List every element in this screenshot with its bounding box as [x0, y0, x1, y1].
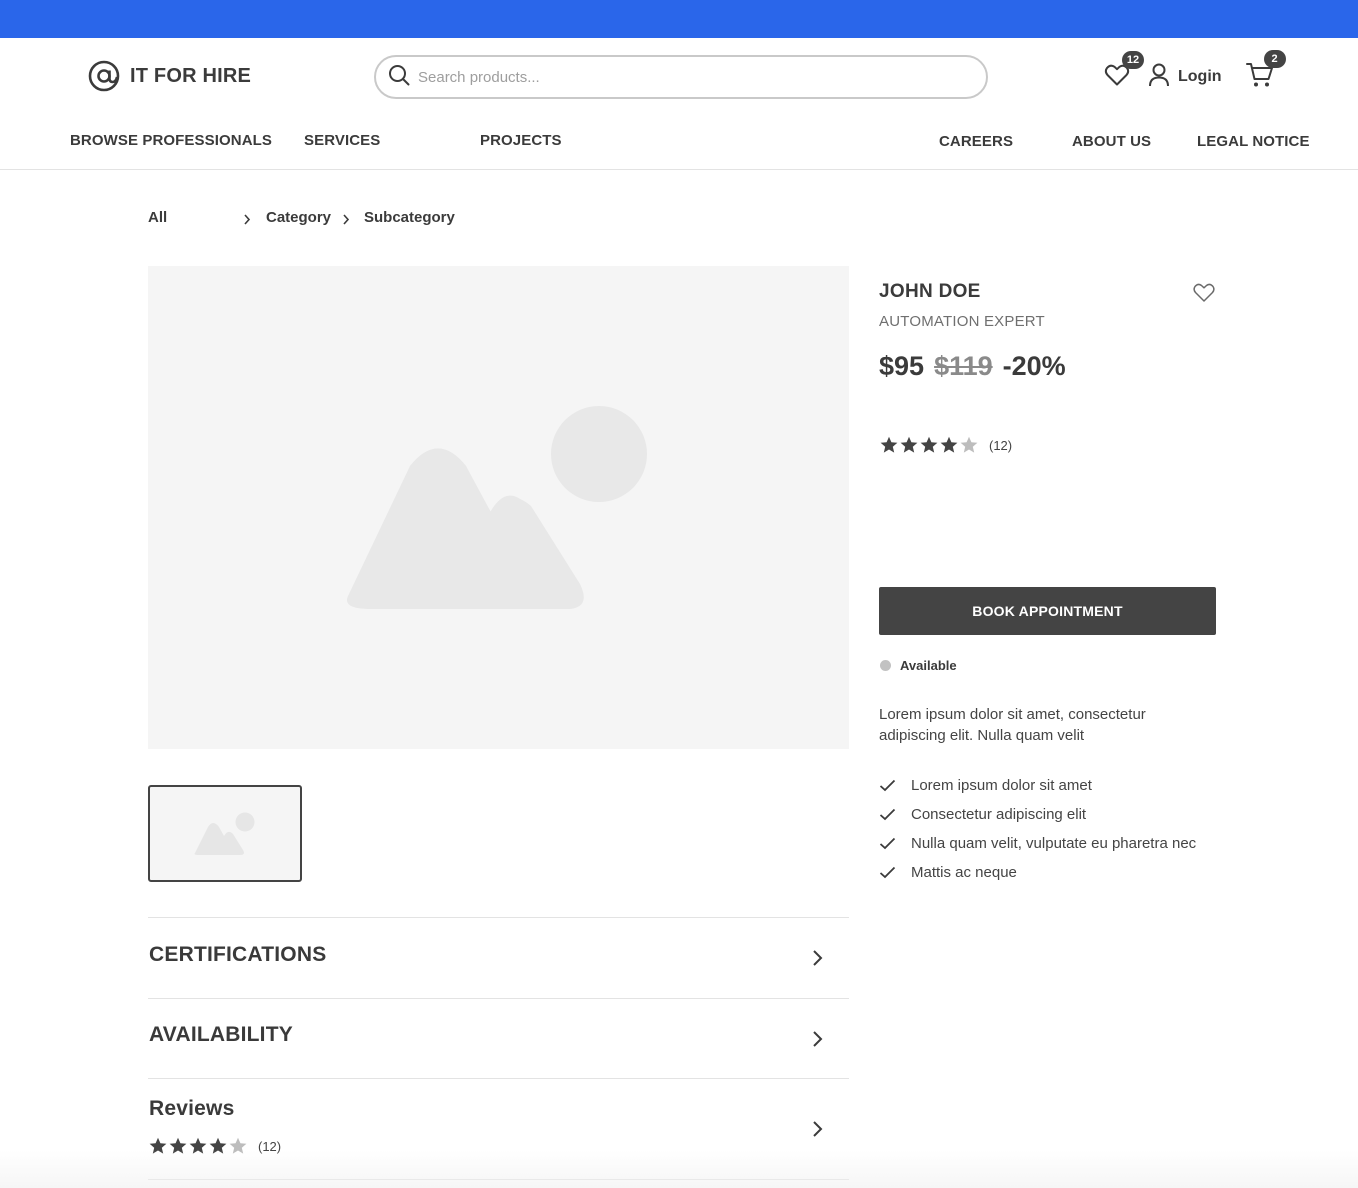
- accordion-availability-title[interactable]: AVAILABILITY: [149, 1023, 293, 1047]
- star-rating: [879, 436, 979, 454]
- feature-text: Lorem ipsum dolor sit amet: [911, 777, 1092, 794]
- availability-status: Available: [880, 658, 957, 673]
- star-filled-icon: [920, 436, 938, 453]
- top-banner: [0, 0, 1358, 38]
- professional-name: JOHN DOE: [879, 281, 981, 302]
- status-dot: [880, 660, 891, 671]
- nav-about-us[interactable]: ABOUT US: [1072, 133, 1151, 150]
- star-filled-icon: [209, 1137, 227, 1154]
- feature-list: Lorem ipsum dolor sit amet Consectetur a…: [879, 771, 1196, 887]
- nav-services[interactable]: SERVICES: [304, 132, 380, 149]
- cart-button[interactable]: 2: [1245, 49, 1286, 93]
- search-icon: [388, 64, 410, 91]
- reviews-rating: (12): [148, 1137, 281, 1155]
- list-item: Mattis ac neque: [879, 858, 1196, 887]
- star-filled-icon: [169, 1137, 187, 1154]
- divider: [148, 1179, 849, 1180]
- nav-careers[interactable]: CAREERS: [939, 133, 1013, 150]
- nav-legal-notice[interactable]: LEGAL NOTICE: [1197, 133, 1310, 150]
- site-header: IT FOR HIRE 12: [0, 38, 1358, 118]
- price-old: $119: [934, 351, 993, 381]
- image-placeholder-icon: [194, 812, 255, 855]
- wishlist-count-badge: 12: [1122, 50, 1144, 69]
- main-nav: BROWSE PROFESSIONALS SERVICES PROJECTS C…: [0, 118, 1358, 170]
- list-item: Consectetur adipiscing elit: [879, 800, 1196, 829]
- accordion-certifications-title[interactable]: CERTIFICATIONS: [149, 943, 326, 967]
- brand-name: IT FOR HIRE: [130, 64, 252, 87]
- star-empty-icon: [960, 436, 978, 453]
- professional-title: AUTOMATION EXPERT: [879, 313, 1045, 330]
- star-filled-icon: [940, 436, 958, 453]
- check-icon: [879, 866, 896, 879]
- user-icon: [1148, 63, 1170, 92]
- divider: [148, 998, 849, 999]
- bottom-fade: [0, 1150, 1358, 1188]
- search-input[interactable]: [418, 68, 958, 86]
- check-icon: [879, 808, 896, 821]
- login-button[interactable]: Login: [1148, 63, 1222, 92]
- reviews-count: (12): [258, 1138, 282, 1154]
- accordion-reviews-title[interactable]: Reviews: [149, 1097, 234, 1121]
- check-icon: [879, 779, 896, 792]
- star-rating: [148, 1137, 248, 1155]
- list-item: Nulla quam velit, vulputate eu pharetra …: [879, 829, 1196, 858]
- star-empty-icon: [229, 1137, 247, 1154]
- at-sign-icon: [88, 60, 120, 92]
- image-placeholder-icon: [346, 406, 647, 609]
- star-filled-icon: [189, 1137, 207, 1154]
- book-appointment-button[interactable]: BOOK APPOINTMENT: [879, 587, 1216, 635]
- header-actions: 12 Login 2: [1104, 49, 1286, 94]
- heart-icon[interactable]: [1192, 281, 1216, 305]
- product-image: [148, 266, 849, 749]
- star-filled-icon: [149, 1137, 167, 1154]
- nav-projects[interactable]: PROJECTS: [480, 132, 562, 149]
- breadcrumb-item-all[interactable]: All: [148, 209, 167, 226]
- chevron-right-icon[interactable]: [806, 1028, 828, 1050]
- check-icon: [879, 837, 896, 850]
- price-current: $95: [879, 351, 925, 381]
- star-filled-icon: [900, 436, 918, 453]
- star-filled-icon: [880, 436, 898, 453]
- price-row: $95 $119 -20%: [879, 351, 1066, 382]
- search-bar: [374, 55, 988, 99]
- chevron-right-icon: [244, 214, 251, 225]
- feature-text: Nulla quam velit, vulputate eu pharetra …: [911, 835, 1197, 852]
- breadcrumb-item-subcategory[interactable]: Subcategory: [364, 209, 455, 226]
- list-item: Lorem ipsum dolor sit amet: [879, 771, 1196, 800]
- logo[interactable]: IT FOR HIRE: [88, 60, 251, 92]
- availability-label: Available: [900, 658, 957, 673]
- feature-text: Consectetur adipiscing elit: [911, 806, 1087, 823]
- price-discount: -20%: [1002, 351, 1066, 381]
- feature-text: Mattis ac neque: [911, 864, 1017, 881]
- nav-browse-professionals[interactable]: BROWSE PROFESSIONALS: [70, 132, 272, 149]
- wishlist-button[interactable]: 12: [1104, 50, 1144, 92]
- review-count: (12): [989, 437, 1013, 453]
- product-description: Lorem ipsum dolor sit amet, consectetur …: [879, 706, 1146, 744]
- chevron-right-icon[interactable]: [806, 1118, 828, 1140]
- breadcrumb-item-category[interactable]: Category: [266, 209, 331, 226]
- login-label: Login: [1178, 68, 1222, 85]
- divider: [148, 1078, 849, 1079]
- chevron-right-icon[interactable]: [806, 947, 828, 969]
- product-rating: (12): [879, 436, 1012, 454]
- divider: [148, 917, 849, 918]
- cart-count-badge: 2: [1263, 49, 1286, 68]
- product-thumbnail[interactable]: [148, 785, 302, 882]
- chevron-right-icon: [343, 214, 350, 225]
